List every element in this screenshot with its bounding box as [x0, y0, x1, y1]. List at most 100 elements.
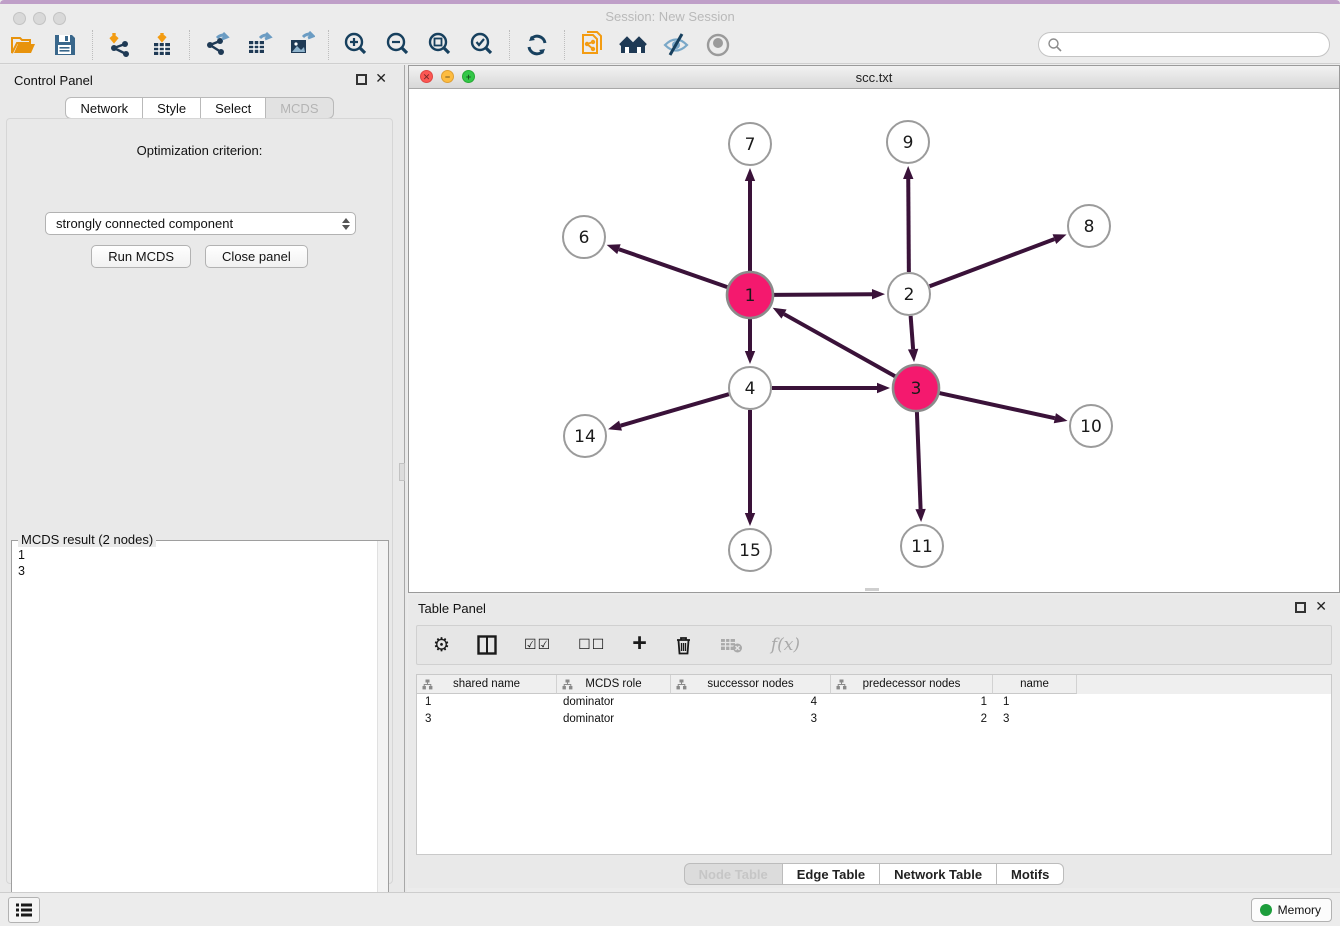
- export-network-icon[interactable]: [202, 30, 232, 60]
- task-list-icon: [15, 902, 33, 918]
- memory-status-icon: [1260, 904, 1272, 916]
- float-panel-icon[interactable]: [356, 74, 367, 85]
- toolbar-separator: [564, 30, 565, 60]
- export-image-icon[interactable]: [286, 30, 316, 60]
- search-box[interactable]: [1038, 32, 1330, 57]
- edge-arrowhead: [908, 349, 918, 362]
- run-mcds-button[interactable]: Run MCDS: [91, 245, 191, 268]
- column-header-name[interactable]: name: [993, 675, 1077, 694]
- tab-mcds[interactable]: MCDS: [266, 97, 333, 119]
- close-panel-icon[interactable]: ✕: [375, 70, 387, 86]
- refresh-layout-icon[interactable]: [522, 30, 552, 60]
- graph-edge[interactable]: [930, 239, 1055, 286]
- mcds-pane: Optimization criterion: strongly connect…: [6, 118, 393, 884]
- import-table-icon[interactable]: [147, 30, 177, 60]
- toolbar-separator: [509, 30, 510, 60]
- table-row[interactable]: 1 dominator 4 1 1: [417, 694, 1331, 711]
- deselect-all-columns-icon[interactable]: ☐☐: [578, 637, 605, 653]
- import-network-icon[interactable]: [105, 30, 135, 60]
- panel-splitter[interactable]: [399, 65, 407, 892]
- tab-style[interactable]: Style: [143, 97, 201, 119]
- select-stepper-icon: [337, 213, 355, 234]
- view-resize-grip[interactable]: [865, 588, 879, 591]
- edge-arrowhead: [872, 289, 885, 299]
- save-session-icon[interactable]: [50, 30, 80, 60]
- table-header-row: shared name MCDS role successor nodes pr…: [417, 675, 1331, 694]
- tab-node-table[interactable]: Node Table: [684, 863, 783, 885]
- clone-network-icon[interactable]: [577, 30, 607, 60]
- mcds-result-text[interactable]: 1 3: [12, 543, 376, 917]
- select-all-columns-icon[interactable]: ☑☑: [524, 637, 551, 653]
- tab-network-table[interactable]: Network Table: [880, 863, 997, 885]
- node-label: 6: [579, 228, 590, 248]
- first-neighbors-icon[interactable]: [619, 30, 649, 60]
- graph-edge[interactable]: [784, 314, 895, 376]
- status-bar: Memory: [0, 892, 1340, 926]
- search-input[interactable]: [1063, 35, 1329, 55]
- column-sort-icon: [836, 679, 847, 690]
- table-panel: Table Panel ✕ ⚙ ☑☑ ☐☐ + f(x) shared name…: [408, 595, 1340, 888]
- column-header-predecessor-nodes[interactable]: predecessor nodes: [831, 675, 993, 694]
- table-toolbar: ⚙ ☑☑ ☐☐ + f(x): [416, 625, 1332, 665]
- splitter-grip[interactable]: [399, 463, 405, 481]
- criterion-select[interactable]: strongly connected component: [45, 212, 356, 235]
- edge-arrowhead: [745, 513, 755, 526]
- column-header-shared-name[interactable]: shared name: [417, 675, 557, 694]
- node-label: 10: [1080, 417, 1102, 437]
- column-sort-icon: [422, 679, 433, 690]
- close-panel-button[interactable]: Close panel: [205, 245, 308, 268]
- optimization-criterion-label: Optimization criterion:: [7, 143, 392, 158]
- graph-edge[interactable]: [911, 316, 913, 349]
- node-label: 4: [745, 379, 756, 399]
- graph-edge[interactable]: [939, 393, 1054, 418]
- node-label: 1: [745, 286, 756, 306]
- export-table-icon[interactable]: [244, 30, 274, 60]
- zoom-fit-icon[interactable]: [425, 30, 455, 60]
- close-table-panel-icon[interactable]: ✕: [1315, 598, 1327, 614]
- table-panel-title: Table Panel: [418, 601, 486, 616]
- task-history-button[interactable]: [8, 897, 40, 923]
- network-view-title: scc.txt: [409, 70, 1339, 85]
- graph-edge[interactable]: [908, 179, 909, 272]
- network-canvas[interactable]: 7968124314101511: [409, 89, 1339, 592]
- zoom-selected-icon[interactable]: [467, 30, 497, 60]
- window-title: Session: New Session: [0, 9, 1340, 24]
- hide-selected-icon[interactable]: [661, 30, 691, 60]
- node-label: 14: [574, 427, 596, 447]
- column-layout-icon[interactable]: [477, 635, 497, 655]
- criterion-selected-value: strongly connected component: [46, 216, 337, 231]
- tab-edge-table[interactable]: Edge Table: [783, 863, 880, 885]
- result-scrollbar[interactable]: [377, 541, 388, 917]
- network-window-titlebar[interactable]: ✕ − + scc.txt: [409, 66, 1339, 89]
- node-label: 7: [745, 135, 756, 155]
- create-column-icon[interactable]: +: [632, 629, 647, 658]
- graph-edge[interactable]: [774, 294, 872, 295]
- open-file-icon[interactable]: [8, 30, 38, 60]
- node-label: 3: [911, 379, 922, 399]
- column-header-successor-nodes[interactable]: successor nodes: [671, 675, 831, 694]
- float-table-panel-icon[interactable]: [1295, 602, 1306, 613]
- tab-select[interactable]: Select: [201, 97, 266, 119]
- table-tabs: Node Table Edge Table Network Table Moti…: [408, 863, 1340, 885]
- edge-arrowhead: [1053, 234, 1067, 244]
- graph-edge[interactable]: [621, 394, 729, 426]
- zoom-out-icon[interactable]: [383, 30, 413, 60]
- delete-column-icon[interactable]: [674, 635, 693, 655]
- tab-network[interactable]: Network: [65, 97, 143, 119]
- zoom-in-icon[interactable]: [341, 30, 371, 60]
- edge-arrowhead: [607, 244, 621, 254]
- table-row[interactable]: 3 dominator 3 2 3: [417, 711, 1331, 728]
- memory-button[interactable]: Memory: [1251, 898, 1332, 922]
- node-label: 11: [911, 537, 933, 557]
- toolbar-separator: [328, 30, 329, 60]
- network-view-window: ✕ − + scc.txt 7968124314101511: [408, 65, 1340, 593]
- edge-arrowhead: [745, 351, 755, 364]
- graph-edge[interactable]: [917, 412, 921, 509]
- show-all-icon[interactable]: [703, 30, 733, 60]
- table-settings-gear-icon[interactable]: ⚙: [433, 634, 450, 656]
- toolbar-separator: [92, 30, 93, 60]
- tab-motifs[interactable]: Motifs: [997, 863, 1064, 885]
- graph-edge[interactable]: [619, 249, 727, 287]
- main-titlebar: Session: New Session: [0, 4, 1340, 26]
- column-header-mcds-role[interactable]: MCDS role: [557, 675, 671, 694]
